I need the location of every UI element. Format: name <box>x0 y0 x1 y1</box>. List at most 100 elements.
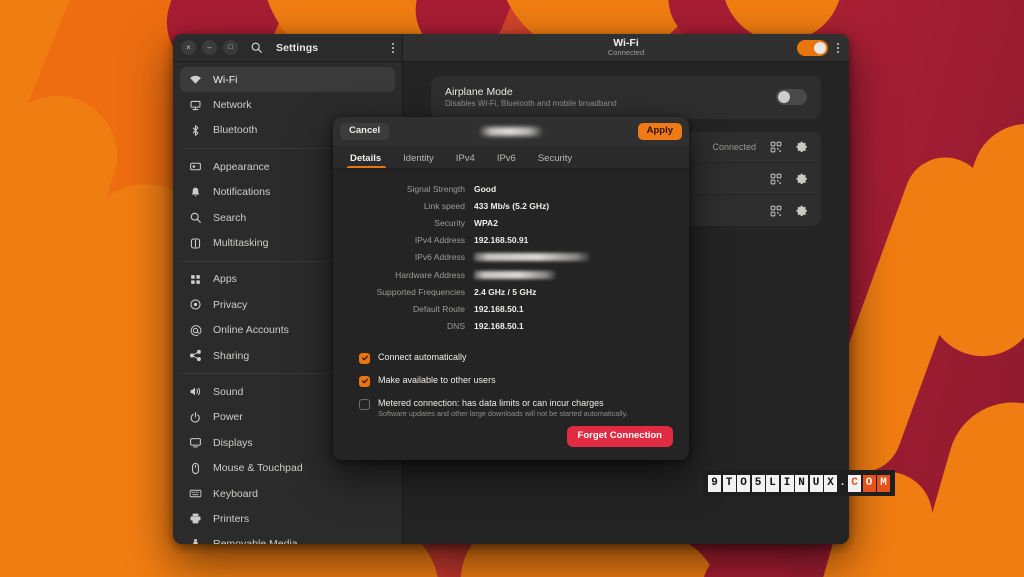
apply-button[interactable]: Apply <box>638 123 682 141</box>
metered-connection-sublabel: Software updates and other large downloa… <box>378 409 628 420</box>
connect-automatically-row[interactable]: Connect automatically <box>349 352 673 364</box>
metered-connection-checkbox[interactable] <box>359 399 370 410</box>
detail-label: DNS <box>349 321 474 331</box>
close-icon: × <box>186 44 191 52</box>
detail-row: Link speed 433 Mb/s (5.2 GHz) <box>349 197 673 214</box>
dialog-body: Signal Strength Good Link speed 433 Mb/s… <box>333 169 689 460</box>
tab-details[interactable]: Details <box>347 154 392 169</box>
wallpaper-blob <box>692 539 798 577</box>
panel-subtitle: Connected <box>403 49 849 58</box>
panel-header: Wi-Fi Connected <box>403 37 849 58</box>
mouse-icon <box>188 461 202 475</box>
maximize-icon: □ <box>228 44 232 51</box>
airplane-mode-text: Airplane Mode Disables Wi-Fi, Bluetooth … <box>445 85 776 110</box>
gear-icon[interactable] <box>795 141 808 154</box>
metered-connection-text: Metered connection: has data limits or c… <box>378 398 628 420</box>
connect-automatically-label: Connect automatically <box>378 352 467 364</box>
toggle-knob <box>814 42 826 54</box>
watermark-tile: 5 <box>752 475 765 492</box>
wifi-icon <box>188 73 202 87</box>
sidebar-item-removable-media[interactable]: Removable Media <box>180 532 395 544</box>
sidebar-item-label: Apps <box>213 273 237 285</box>
search-icon[interactable] <box>248 40 264 56</box>
detail-row: Default Route 192.168.50.1 <box>349 300 673 317</box>
panel-header-controls <box>797 40 839 56</box>
dialog-header: Cancel Apply <box>333 117 689 146</box>
detail-value-redacted <box>474 253 590 261</box>
network-icon <box>188 98 202 112</box>
detail-label: Supported Frequencies <box>349 287 474 297</box>
sidebar-item-keyboard[interactable]: Keyboard <box>180 481 395 506</box>
tab-ipv6[interactable]: IPv6 <box>486 154 527 169</box>
watermark-tile: I <box>781 475 794 492</box>
detail-value: Good <box>474 184 496 194</box>
cancel-button[interactable]: Cancel <box>340 123 389 141</box>
detail-row: Security WPA2 <box>349 214 673 231</box>
watermark-tile: . <box>839 475 847 492</box>
connect-automatically-checkbox[interactable] <box>359 353 370 364</box>
watermark-tile: T <box>723 475 736 492</box>
sidebar-item-label: Notifications <box>213 186 270 198</box>
airplane-mode-title: Airplane Mode <box>445 85 776 99</box>
at-sign-icon <box>188 323 202 337</box>
printer-icon <box>188 512 202 526</box>
sidebar-item-printers[interactable]: Printers <box>180 506 395 531</box>
sidebar-item-network[interactable]: Network <box>180 92 395 117</box>
window-title: Settings <box>276 42 318 54</box>
make-available-row[interactable]: Make available to other users <box>349 375 673 387</box>
tab-security[interactable]: Security <box>527 154 583 169</box>
airplane-mode-toggle[interactable] <box>776 89 807 105</box>
watermark-tile: M <box>877 475 890 492</box>
watermark-tile: X <box>824 475 837 492</box>
qr-code-icon[interactable] <box>769 172 782 185</box>
qr-code-icon[interactable] <box>769 141 782 154</box>
sidebar-item-label: Sharing <box>213 350 249 362</box>
detail-label: Default Route <box>349 304 474 314</box>
airplane-mode-subtitle: Disables Wi-Fi, Bluetooth and mobile bro… <box>445 99 776 110</box>
sidebar-item-label: Appearance <box>213 161 270 173</box>
minimize-button[interactable]: – <box>202 40 217 55</box>
close-button[interactable]: × <box>181 40 196 55</box>
detail-label: Security <box>349 218 474 228</box>
tab-identity[interactable]: Identity <box>392 154 445 169</box>
maximize-button[interactable]: □ <box>223 40 238 55</box>
detail-row: Signal Strength Good <box>349 180 673 197</box>
sidebar-item-label: Bluetooth <box>213 124 257 136</box>
apps-grid-icon <box>188 272 202 286</box>
panel-menu-button[interactable] <box>837 43 839 53</box>
watermark: 9 T O 5 L I N U X . C O M <box>703 470 895 496</box>
gear-icon[interactable] <box>795 204 808 217</box>
sidebar-item-label: Printers <box>213 513 249 525</box>
panel-title: Wi-Fi <box>403 37 849 49</box>
watermark-tile: O <box>863 475 876 492</box>
detail-label: Hardware Address <box>349 270 474 280</box>
sidebar-item-label: Search <box>213 212 246 224</box>
sidebar-item-label: Wi-Fi <box>213 74 238 86</box>
keyboard-icon <box>188 487 202 501</box>
sidebar-item-wi-fi[interactable]: Wi-Fi <box>180 67 395 92</box>
titlebar-left-section: × – □ Settings <box>173 34 403 61</box>
tab-ipv4[interactable]: IPv4 <box>445 154 486 169</box>
network-status: Connected <box>712 142 756 152</box>
privacy-eye-icon <box>188 298 202 312</box>
minimize-icon: – <box>207 44 211 52</box>
sidebar-item-label: Mouse & Touchpad <box>213 462 303 474</box>
gear-icon[interactable] <box>795 172 808 185</box>
sidebar-item-label: Network <box>213 99 252 111</box>
detail-row: DNS 192.168.50.1 <box>349 318 673 335</box>
detail-value-redacted <box>474 271 556 279</box>
metered-connection-row[interactable]: Metered connection: has data limits or c… <box>349 398 673 420</box>
detail-label: Signal Strength <box>349 184 474 194</box>
sidebar-item-label: Removable Media <box>213 538 298 544</box>
forget-connection-button[interactable]: Forget Connection <box>567 426 673 447</box>
qr-code-icon[interactable] <box>769 204 782 217</box>
sidebar-item-label: Sound <box>213 386 243 398</box>
usb-drive-icon <box>188 537 202 544</box>
make-available-checkbox[interactable] <box>359 376 370 387</box>
airplane-mode-card: Airplane Mode Disables Wi-Fi, Bluetooth … <box>431 76 821 119</box>
wifi-toggle-switch[interactable] <box>797 40 828 56</box>
detail-value: 192.168.50.1 <box>474 321 524 331</box>
window-menu-button[interactable] <box>392 43 394 53</box>
dialog-tabs: Details Identity IPv4 IPv6 Security <box>333 146 689 169</box>
sidebar-item-label: Privacy <box>213 299 247 311</box>
